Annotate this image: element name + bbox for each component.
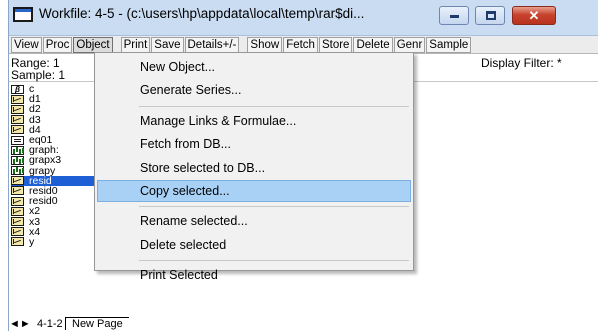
menu-separator <box>139 105 409 107</box>
maximize-button[interactable] <box>475 6 505 25</box>
toolbar-view-button[interactable]: View <box>11 36 42 53</box>
toolbar-delete-button[interactable]: Delete <box>353 36 393 53</box>
menu-item-delete-selected[interactable]: Delete selected <box>97 234 411 256</box>
maximize-icon <box>486 11 496 20</box>
series-icon <box>11 125 24 135</box>
coef-icon: β <box>11 84 24 94</box>
object-item-d1[interactable]: d1 <box>11 94 101 105</box>
menu-item-new-object[interactable]: New Object... <box>97 56 411 78</box>
sample-label[interactable]: Sample: 1 <box>11 68 65 82</box>
graph-icon <box>11 166 24 176</box>
toolbar-fetch-button[interactable]: Fetch <box>283 36 318 53</box>
window-title: Workfile: 4-5 - (c:\users\hp\appdata\loc… <box>39 6 365 21</box>
series-icon <box>11 237 24 247</box>
tab-4-1-2[interactable]: 4-1-2 <box>37 318 63 330</box>
workfile-window-icon <box>13 7 33 22</box>
menu-separator <box>139 260 409 262</box>
equation-icon <box>11 135 24 145</box>
close-button[interactable]: ✕ <box>512 6 556 25</box>
object-name: d2 <box>29 103 41 116</box>
series-icon <box>11 115 24 125</box>
object-item-d2[interactable]: d2 <box>11 103 101 116</box>
object-name: y <box>29 235 35 248</box>
display-filter-label[interactable]: Display Filter: * <box>481 56 562 70</box>
series-icon <box>11 206 24 216</box>
series-icon <box>11 104 24 114</box>
object-name: x2 <box>29 205 41 218</box>
object-item-resid0[interactable]: resid0 <box>11 196 101 206</box>
toolbar-proc-button[interactable]: Proc <box>42 36 73 53</box>
menu-item-manage-links-formulae[interactable]: Manage Links & Formulae... <box>97 110 411 132</box>
object-list: β c d1 d2 d3 d4 eq01 graph: grapx3 grapy resid resi… <box>11 84 101 247</box>
object-item-x2[interactable]: x2 <box>11 205 101 218</box>
object-item-x4[interactable]: x4 <box>11 226 101 237</box>
series-icon <box>11 186 24 196</box>
object-context-menu: New Object... Generate Series... Manage Li… <box>94 52 414 282</box>
series-icon <box>11 176 24 186</box>
object-item-d4[interactable]: d4 <box>11 125 101 135</box>
title-bar[interactable]: Workfile: 4-5 - (c:\users\hp\appdata\loc… <box>9 0 598 36</box>
menu-item-copy-selected[interactable]: Copy selected... <box>97 180 411 202</box>
object-item-grapy[interactable]: grapy <box>11 165 101 176</box>
tab-new-page[interactable]: New Page <box>65 317 129 330</box>
object-item-y[interactable]: y <box>11 237 101 247</box>
object-item-c[interactable]: βc <box>11 84 101 94</box>
object-name: grapx3 <box>29 154 62 167</box>
series-icon <box>11 94 24 104</box>
menu-item-store-selected-to-db[interactable]: Store selected to DB... <box>97 157 411 179</box>
graph-icon <box>11 145 24 155</box>
object-item-grapx3[interactable]: grapx3 <box>11 154 101 167</box>
series-icon <box>11 217 24 227</box>
series-icon <box>11 227 24 237</box>
menu-item-rename-selected[interactable]: Rename selected... <box>97 210 411 232</box>
toolbar-genr-button[interactable]: Genr <box>393 36 426 53</box>
object-item-x3[interactable]: x3 <box>11 216 101 227</box>
toolbar-store-button[interactable]: Store <box>318 36 353 53</box>
menu-item-fetch-from-db[interactable]: Fetch from DB... <box>97 133 411 155</box>
tab-scroll-arrows[interactable]: ◄► <box>9 318 31 330</box>
object-item-d3[interactable]: d3 <box>11 114 101 125</box>
menu-separator <box>139 206 409 208</box>
graph-icon <box>11 155 24 165</box>
toolbar-sample-button[interactable]: Sample <box>426 36 472 53</box>
close-icon: ✕ <box>528 8 540 23</box>
toolbar-save-button[interactable]: Save <box>151 36 184 53</box>
series-icon <box>11 196 24 206</box>
toolbar-show-button[interactable]: Show <box>247 36 283 53</box>
minimize-icon <box>450 15 459 18</box>
toolbar-print-button[interactable]: Print <box>120 36 151 53</box>
toolbar-details-button[interactable]: Details+/- <box>184 36 240 53</box>
toolbar-object-button[interactable]: Object <box>73 36 113 53</box>
menu-item-generate-series[interactable]: Generate Series... <box>97 79 411 101</box>
menu-item-print-selected[interactable]: Print Selected <box>97 264 411 286</box>
minimize-button[interactable] <box>439 6 469 25</box>
